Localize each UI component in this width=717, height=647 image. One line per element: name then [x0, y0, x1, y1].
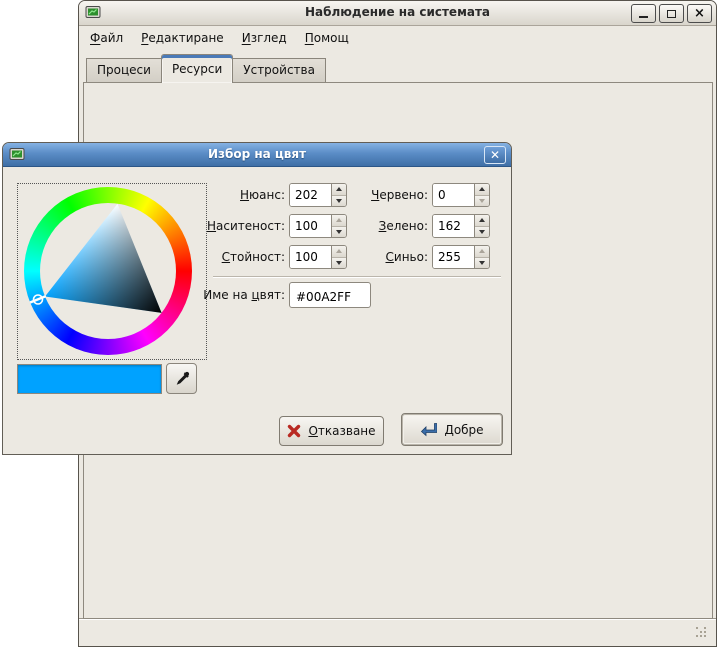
cancel-button-label: Отказване: [308, 424, 375, 438]
main-window-title: Наблюдение на системата: [79, 5, 716, 19]
dialog-separator: [213, 276, 501, 278]
green-input[interactable]: [433, 215, 474, 237]
blue-spinbox[interactable]: [432, 245, 490, 269]
color-name-input[interactable]: [289, 282, 371, 308]
blue-label: Синьо:: [343, 250, 428, 264]
green-label: Зелено:: [343, 219, 428, 233]
menu-edit[interactable]: Редактиране: [132, 27, 233, 50]
hue-spinbox[interactable]: [289, 183, 347, 207]
red-spin-up[interactable]: [475, 184, 489, 196]
green-spin-down[interactable]: [475, 227, 489, 238]
sv-triangle[interactable]: [24, 187, 192, 355]
red-spinbox[interactable]: [432, 183, 490, 207]
eyedropper-icon: [174, 371, 190, 387]
tab-processes[interactable]: Процеси: [86, 58, 162, 83]
red-label: Червено:: [343, 188, 428, 202]
saturation-spinbox[interactable]: [289, 214, 347, 238]
value-input[interactable]: [290, 246, 331, 268]
hue-input[interactable]: [290, 184, 331, 206]
color-name-label: Име на цвят:: [201, 288, 285, 302]
color-picker-dialog: Избор на цвят ✕: [2, 142, 512, 455]
resize-grip[interactable]: [696, 627, 708, 639]
statusbar: [79, 618, 716, 646]
hue-label: Нюанс:: [173, 188, 285, 202]
minimize-button[interactable]: [631, 4, 656, 23]
dialog-titlebar[interactable]: Избор на цвят ✕: [3, 143, 511, 167]
menu-help[interactable]: Помощ: [296, 27, 358, 50]
maximize-icon: [667, 10, 676, 18]
selected-color-preview: [17, 364, 162, 394]
maximize-button[interactable]: [659, 4, 684, 23]
red-input[interactable]: [433, 184, 474, 206]
tab-resources[interactable]: Ресурси: [161, 54, 233, 83]
minimize-icon: [639, 16, 648, 19]
saturation-label: Наситеност:: [173, 219, 285, 233]
hue-ring[interactable]: [24, 187, 192, 355]
blue-spin-down[interactable]: [475, 258, 489, 269]
value-label: Стойност:: [173, 250, 285, 264]
cancel-x-icon: [287, 424, 301, 438]
menu-file[interactable]: Файл: [81, 27, 132, 50]
blue-input[interactable]: [433, 246, 474, 268]
dialog-title: Избор на цвят: [3, 147, 511, 161]
enter-arrow-icon: [420, 422, 437, 437]
value-spinbox[interactable]: [289, 245, 347, 269]
main-titlebar[interactable]: Наблюдение на системата ×: [79, 1, 716, 26]
close-icon: ×: [694, 7, 705, 20]
ok-button[interactable]: Добре: [401, 413, 503, 446]
green-spin-up[interactable]: [475, 215, 489, 227]
tab-devices[interactable]: Устройства: [232, 58, 326, 83]
ok-button-label: Добре: [444, 423, 483, 437]
cancel-button[interactable]: Отказване: [279, 416, 384, 446]
red-spin-down[interactable]: [475, 196, 489, 207]
tab-strip: Процеси Ресурси Устройства: [86, 53, 325, 83]
eyedropper-button[interactable]: [166, 363, 197, 394]
hue-marker-line: [30, 296, 46, 302]
green-spinbox[interactable]: [432, 214, 490, 238]
blue-spin-up[interactable]: [475, 246, 489, 258]
close-button[interactable]: ×: [687, 4, 712, 23]
menu-view[interactable]: Изглед: [233, 27, 296, 50]
screenshot-root: Наблюдение на системата × Файл Редактира…: [0, 0, 717, 647]
saturation-input[interactable]: [290, 215, 331, 237]
menubar: Файл Редактиране Изглед Помощ: [81, 27, 714, 50]
dialog-close-button[interactable]: ✕: [484, 146, 506, 164]
